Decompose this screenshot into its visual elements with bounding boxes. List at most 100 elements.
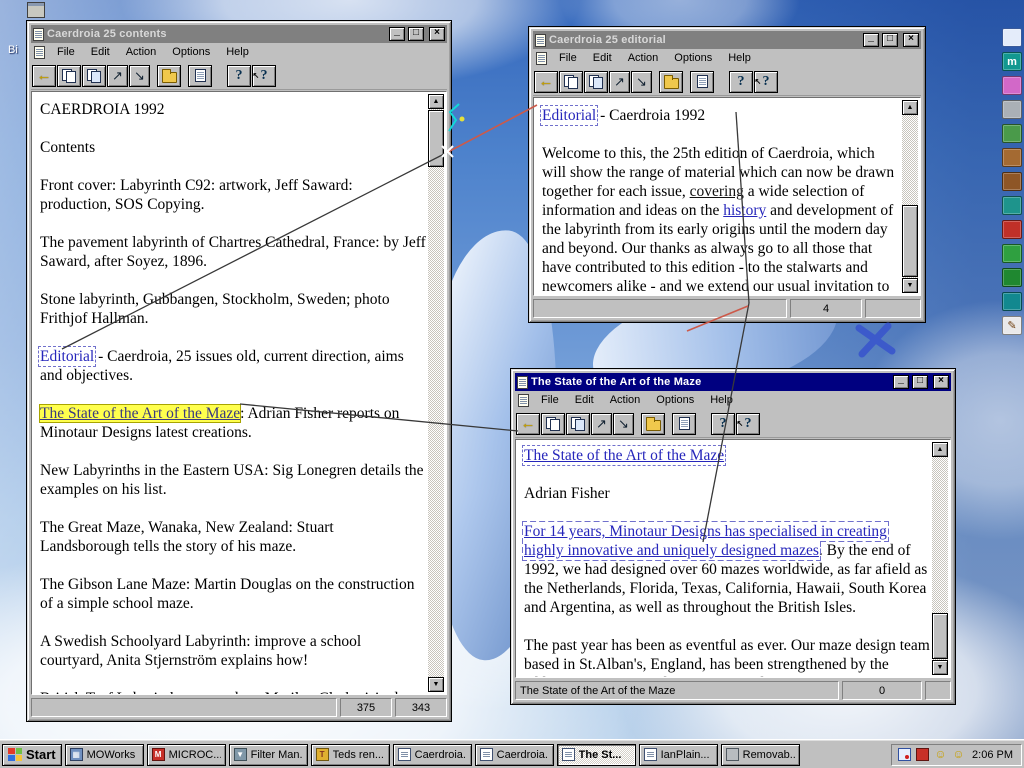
books-dock-icon[interactable] [1002,148,1022,167]
menu-options[interactable]: Options [648,392,702,409]
minimize-button[interactable]: _ [893,375,909,389]
pen-dock-icon[interactable]: ✎ [1002,316,1022,335]
titlebar[interactable]: The State of the Art of the Maze _ □ × [515,373,951,391]
green2-dock-icon[interactable] [1002,268,1022,287]
scroll-thumb[interactable] [932,613,948,659]
menu-options[interactable]: Options [164,44,218,61]
scroll-up-button[interactable]: ▲ [932,442,948,457]
task-removable[interactable]: Removab... [721,744,800,766]
copy-page-button[interactable] [188,65,212,87]
context-help-button[interactable]: ? [754,71,778,93]
microcosm-dock-icon[interactable]: m [1002,52,1022,71]
menu-help[interactable]: Help [702,392,741,409]
open-button[interactable] [157,65,181,87]
vertical-scrollbar[interactable]: ▲ ▼ [428,94,444,692]
task-teds[interactable]: TTeds ren... [311,744,390,766]
user-tray-icon[interactable] [934,748,947,761]
menu-action[interactable]: Action [602,392,649,409]
menu-action[interactable]: Action [620,50,667,67]
scroll-thumb[interactable] [902,205,918,277]
context-help-button[interactable]: ? [736,413,760,435]
task-state-of-the-art[interactable]: The St... [557,744,636,766]
follow-link-button[interactable]: ↗ [609,71,630,93]
task-ianplain[interactable]: IanPlain... [639,744,718,766]
printer-dock-icon[interactable] [1002,196,1022,215]
link-editorial[interactable]: Editorial [40,348,94,365]
follow-link-button[interactable]: ↗ [107,65,128,87]
copy-page-button[interactable] [690,71,714,93]
show-links-button[interactable]: ↘ [129,65,150,87]
scroll-up-button[interactable]: ▲ [902,100,918,115]
menu-help[interactable]: Help [218,44,257,61]
context-help-button[interactable]: ? [252,65,276,87]
maximize-button[interactable]: □ [408,27,424,41]
link-covering[interactable]: covering [690,183,744,200]
gray-dock-icon[interactable] [1002,100,1022,119]
task-filter-manager[interactable]: ▼Filter Man... [229,744,308,766]
link-state-of-the-art-title[interactable]: The State of the Art of the Maze [524,447,724,464]
desktop-icon-label[interactable]: Bi [8,44,18,56]
menu-edit[interactable]: Edit [567,392,602,409]
duplicate-button[interactable] [82,65,106,87]
close-button[interactable]: × [933,375,949,389]
menu-options[interactable]: Options [666,50,720,67]
alert-tray-icon[interactable] [916,748,929,761]
scroll-down-button[interactable]: ▼ [428,677,444,692]
open-button[interactable] [659,71,683,93]
show-links-button[interactable]: ↘ [631,71,652,93]
green-dock-icon[interactable] [1002,124,1022,143]
maximize-button[interactable]: □ [882,33,898,47]
red-book-dock-icon[interactable] [1002,220,1022,239]
link-history[interactable]: history [723,202,766,219]
duplicate-button[interactable] [584,71,608,93]
back-button[interactable]: ← [516,413,540,435]
menu-file[interactable]: File [49,44,83,61]
link-state-of-the-art[interactable]: The State of the Art of the Maze [40,405,240,422]
books2-dock-icon[interactable] [1002,172,1022,191]
minimize-button[interactable]: _ [389,27,405,41]
help-button[interactable]: ? [227,65,251,87]
copy-page-button[interactable] [672,413,696,435]
magenta-dock-icon[interactable] [1002,76,1022,95]
task-caerdroia-editorial[interactable]: Caerdroia... [475,744,554,766]
close-button[interactable]: × [903,33,919,47]
copy-button[interactable] [559,71,583,93]
link-editorial[interactable]: Editorial [542,107,596,124]
teal-dock-icon[interactable] [1002,292,1022,311]
scroll-up-button[interactable]: ▲ [428,94,444,109]
back-button[interactable]: ← [32,65,56,87]
scroll-down-button[interactable]: ▼ [932,660,948,675]
vertical-scrollbar[interactable]: ▲ ▼ [902,100,918,293]
vertical-scrollbar[interactable]: ▲ ▼ [932,442,948,675]
back-button[interactable]: ← [534,71,558,93]
scroll-thumb[interactable] [428,110,444,167]
menu-edit[interactable]: Edit [83,44,118,61]
task-moworks[interactable]: ▦MOWorks [65,744,144,766]
minimize-button[interactable]: _ [863,33,879,47]
follow-link-button[interactable]: ↗ [591,413,612,435]
menu-edit[interactable]: Edit [585,50,620,67]
menu-help[interactable]: Help [720,50,759,67]
green-book-dock-icon[interactable] [1002,244,1022,263]
copy-button[interactable] [57,65,81,87]
start-button[interactable]: Start [2,744,62,766]
show-links-button[interactable]: ↘ [613,413,634,435]
help-button[interactable]: ? [711,413,735,435]
duplicate-button[interactable] [566,413,590,435]
menu-file[interactable]: File [551,50,585,67]
user-tray-icon[interactable] [952,748,965,761]
open-button[interactable] [641,413,665,435]
close-button[interactable]: × [429,27,445,41]
task-microcosm[interactable]: MMICROC... [147,744,226,766]
document-dock-icon[interactable] [1002,28,1022,47]
menu-action[interactable]: Action [118,44,165,61]
scroll-down-button[interactable]: ▼ [902,278,918,293]
display-tray-icon[interactable] [898,748,911,761]
maximize-button[interactable]: □ [912,375,928,389]
titlebar[interactable]: Caerdroia 25 contents _ □ × [31,25,447,43]
menu-file[interactable]: File [533,392,567,409]
task-caerdroia-contents[interactable]: Caerdroia... [393,744,472,766]
copy-button[interactable] [541,413,565,435]
help-button[interactable]: ? [729,71,753,93]
titlebar[interactable]: Caerdroia 25 editorial _ □ × [533,31,921,49]
